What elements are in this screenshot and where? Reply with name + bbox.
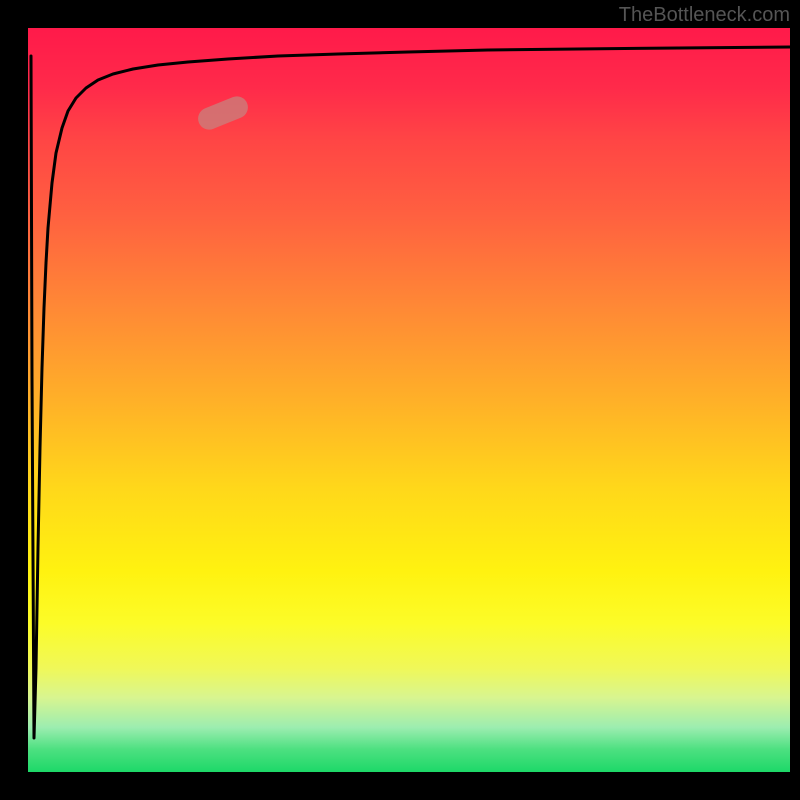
curve-line bbox=[31, 47, 790, 738]
curve-svg bbox=[28, 28, 790, 772]
watermark-text: TheBottleneck.com bbox=[619, 4, 790, 27]
plot-area bbox=[28, 28, 790, 772]
